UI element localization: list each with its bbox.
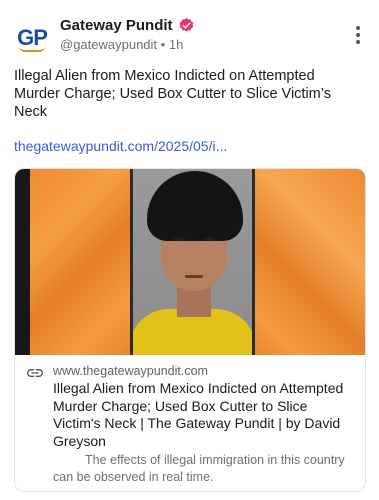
post-text: Illegal Alien from Mexico Indicted on At… (14, 68, 331, 120)
verified-badge-icon (179, 18, 193, 32)
avatar[interactable]: GP (13, 19, 51, 57)
author-name[interactable]: Gateway Pundit (60, 17, 173, 34)
more-vertical-icon[interactable] (355, 26, 361, 44)
author-row: Gateway Pundit (60, 17, 195, 34)
post: GP Gateway Pundit @gatewaypundit • 1h Il… (0, 0, 379, 500)
post-time[interactable]: 1h (169, 37, 183, 52)
mugshot-photo (133, 169, 252, 355)
meta-separator: • (160, 37, 166, 52)
card-description: The effects of illegal immigration in th… (53, 453, 345, 484)
orange-panel-right (255, 169, 365, 355)
card-domain: www.thegatewaypundit.com (53, 364, 208, 378)
orange-panel-left (30, 169, 130, 355)
card-body[interactable]: www.thegatewaypundit.com Illegal Alien f… (15, 355, 365, 491)
post-link[interactable]: thegatewaypundit.com/2025/05/i... (14, 138, 227, 154)
post-meta: @gatewaypundit • 1h (60, 37, 183, 52)
avatar-swoosh (19, 46, 45, 52)
link-icon (27, 368, 43, 377)
author-handle[interactable]: @gatewaypundit (60, 37, 157, 52)
link-preview-card[interactable]: www.thegatewaypundit.com Illegal Alien f… (14, 168, 366, 492)
card-title[interactable]: Illegal Alien from Mexico Indicted on At… (53, 380, 353, 450)
card-image[interactable] (15, 169, 365, 355)
